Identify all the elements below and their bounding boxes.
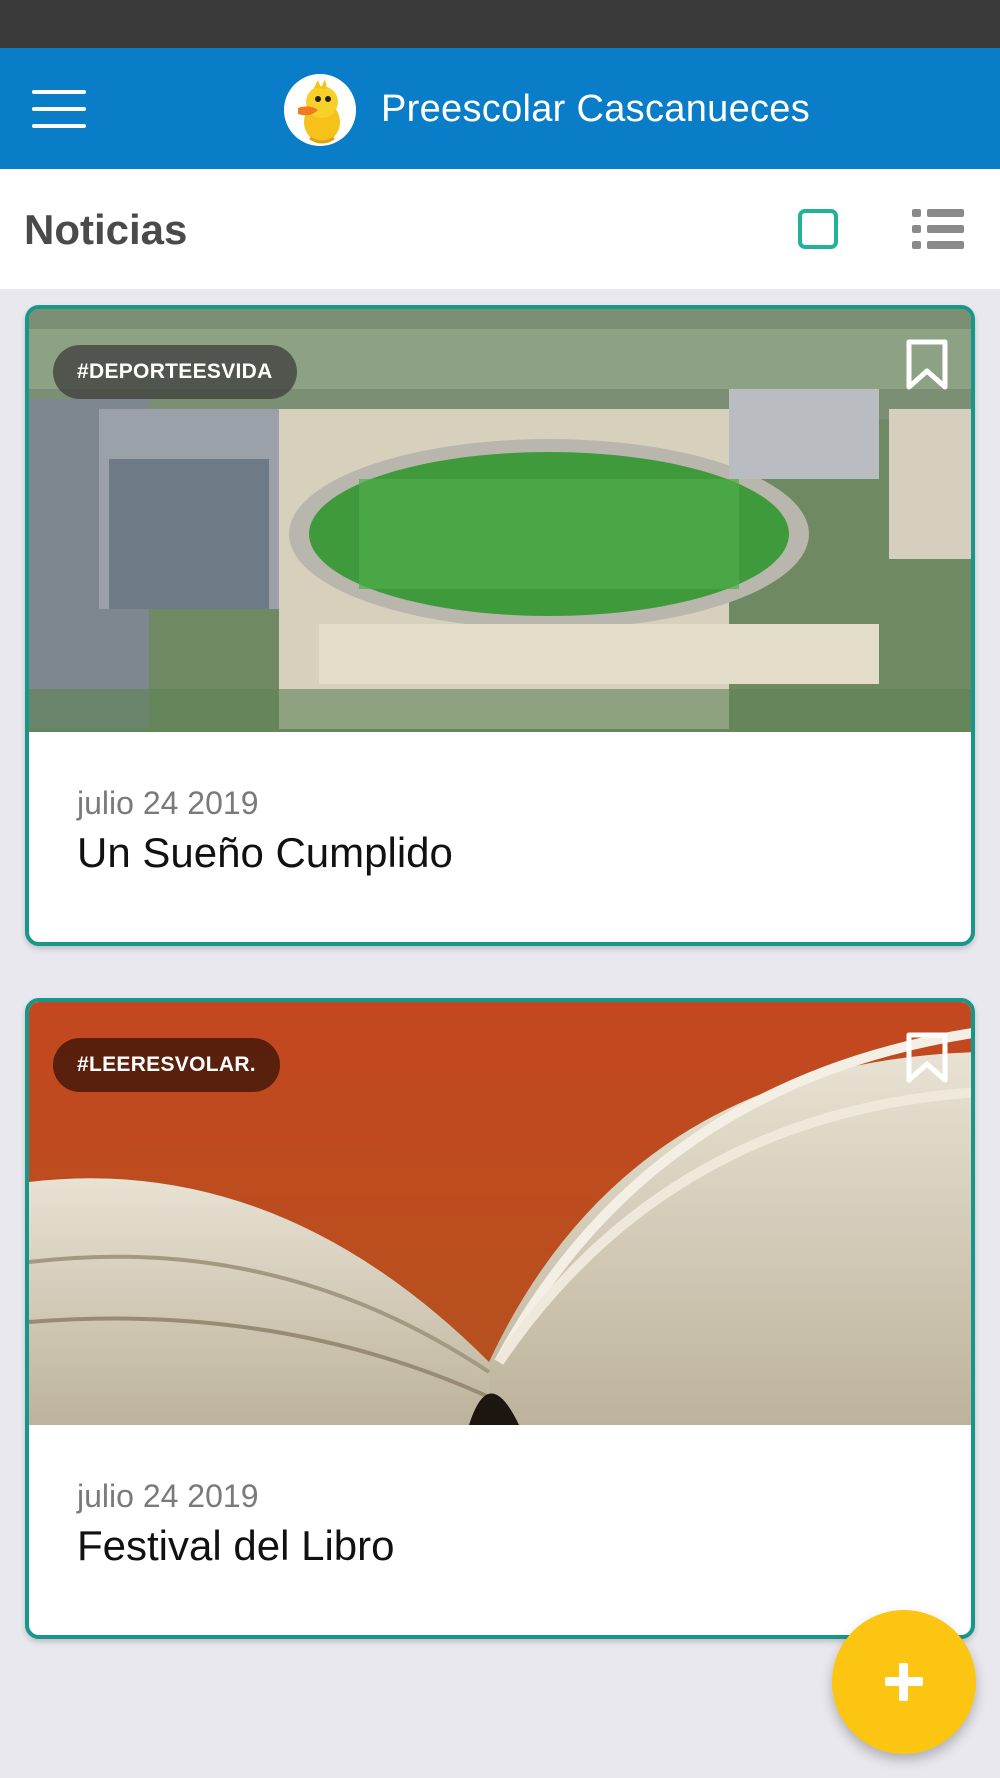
category-tag[interactable]: #LEERESVOLAR. [53, 1038, 280, 1092]
hamburger-menu-icon[interactable] [24, 82, 94, 136]
news-card[interactable]: #DEPORTEESVIDA julio 24 2019 Un Sueño Cu… [25, 305, 975, 946]
bookmark-icon[interactable] [905, 339, 949, 391]
news-title[interactable]: Un Sueño Cumplido [77, 827, 453, 879]
list-view-icon[interactable] [912, 209, 964, 249]
news-date: julio 24 2019 [77, 1478, 259, 1514]
news-card[interactable]: #LEERESVOLAR. julio 24 2019 Festival del… [25, 998, 975, 1639]
grid-view-icon[interactable] [798, 209, 838, 249]
news-title[interactable]: Festival del Libro [77, 1520, 394, 1572]
app-bar: Preescolar Cascanueces [0, 48, 1000, 169]
stadium-aerial-photo: #DEPORTEESVIDA [29, 309, 971, 732]
status-bar [0, 0, 1000, 48]
news-date: julio 24 2019 [77, 785, 259, 821]
section-header: Noticias [0, 169, 1000, 289]
open-book-photo: #LEERESVOLAR. [29, 1002, 971, 1425]
app-title: Preescolar Cascanueces [381, 88, 811, 130]
add-news-button[interactable] [832, 1610, 976, 1754]
bookmark-icon[interactable] [905, 1032, 949, 1084]
duck-logo [284, 74, 356, 146]
category-tag[interactable]: #DEPORTEESVIDA [53, 345, 297, 399]
page-title: Noticias [24, 206, 188, 253]
